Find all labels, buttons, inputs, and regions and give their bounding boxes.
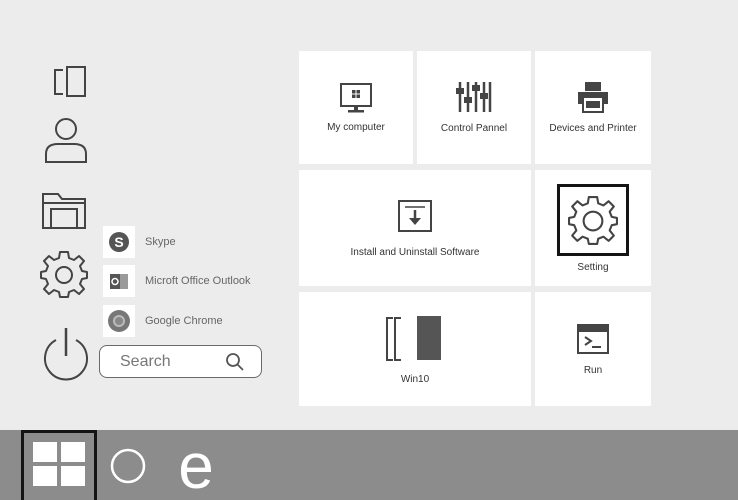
monitor-icon — [339, 82, 373, 114]
chrome-icon — [103, 305, 135, 337]
tile-label-devices-printer: Devices and Printer — [549, 123, 637, 134]
tile-label-my-computer: My computer — [327, 122, 385, 133]
skype-icon: S — [103, 226, 135, 258]
tile-label-run: Run — [583, 364, 603, 376]
user-icon[interactable] — [42, 116, 90, 166]
search-icon[interactable] — [224, 351, 246, 373]
tile-my-computer[interactable]: My computer — [299, 51, 413, 164]
tile-label-control-panel: Control Pannel — [440, 123, 508, 134]
win10-device-icon — [383, 314, 447, 364]
tile-control-panel[interactable]: Control Pannel — [417, 51, 531, 164]
tile-label-install-uninstall: Install and Uninstall Software — [350, 246, 480, 258]
tablet-mode-icon[interactable] — [50, 64, 90, 100]
file-explorer-icon[interactable] — [40, 190, 88, 230]
app-item-skype[interactable]: S Skype — [103, 226, 273, 258]
svg-text:e: e — [178, 436, 214, 494]
app-label-outlook: Microft Office Outlook — [145, 275, 251, 287]
app-item-outlook[interactable]: Microft Office Outlook — [103, 265, 273, 297]
svg-text:S: S — [114, 234, 123, 250]
install-box-icon — [397, 199, 433, 233]
power-icon[interactable] — [40, 326, 92, 384]
run-terminal-icon — [576, 323, 610, 355]
printer-icon — [577, 81, 609, 113]
windows-logo-icon — [30, 438, 88, 495]
outlook-icon — [103, 265, 135, 297]
tile-run[interactable]: Run — [535, 292, 651, 406]
search-input[interactable] — [120, 352, 212, 371]
app-item-chrome[interactable]: Google Chrome — [103, 305, 273, 337]
cortana-circle-icon[interactable] — [108, 446, 148, 486]
tile-install-uninstall[interactable]: Install and Uninstall Software — [299, 170, 531, 286]
control-sliders-icon — [454, 81, 494, 113]
start-button[interactable] — [21, 430, 97, 500]
tile-win10[interactable]: Win10 — [299, 292, 531, 406]
tile-label-setting: Setting — [577, 261, 609, 273]
app-label-chrome: Google Chrome — [145, 315, 223, 327]
tile-setting[interactable]: Setting — [535, 170, 651, 286]
settings-gear-icon[interactable] — [40, 250, 88, 298]
search-box[interactable] — [99, 345, 262, 378]
tile-devices-printer[interactable]: Devices and Printer — [535, 51, 651, 164]
edge-e-icon[interactable]: e — [170, 430, 222, 500]
app-label-skype: Skype — [145, 236, 176, 248]
setting-gear-icon — [557, 183, 629, 256]
tile-label-win10: Win10 — [400, 373, 430, 385]
